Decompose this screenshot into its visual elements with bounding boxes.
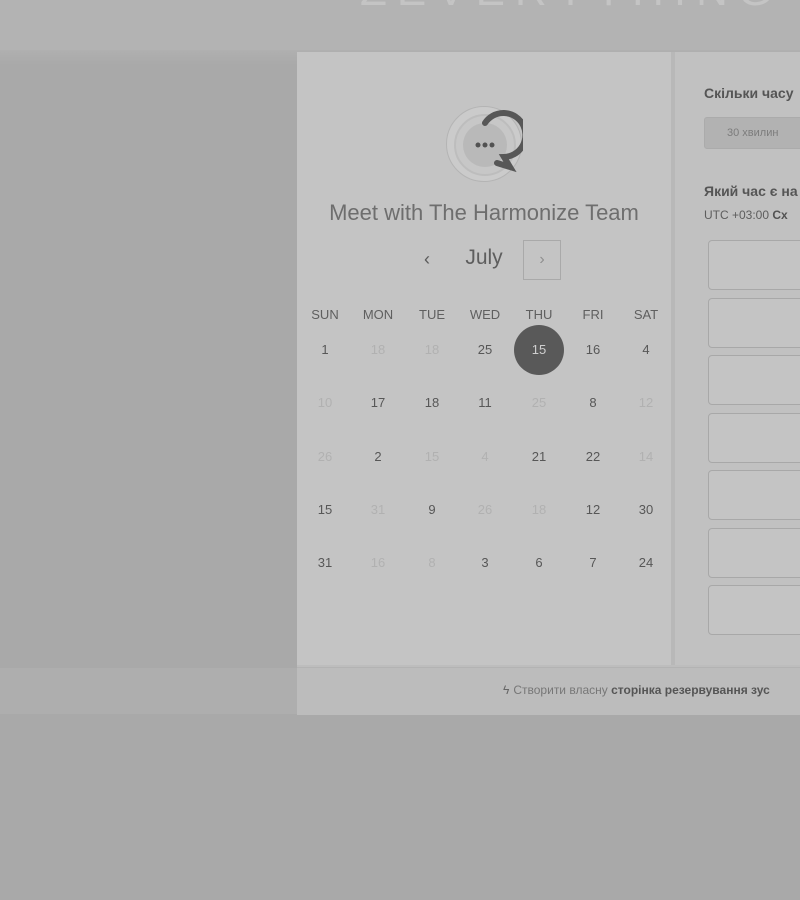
calendar-day[interactable]: 2 [353,432,403,482]
unavailable-day: 18 [370,342,386,357]
unavailable-day: 25 [531,395,547,410]
calendar-day[interactable]: 7 [568,538,618,588]
unavailable-day: 8 [428,555,436,570]
weekday-label: SAT [633,307,659,322]
unavailable-day: 18 [531,502,547,517]
month-navigation: ‹ July › [297,238,671,282]
calendar-day[interactable]: 17 [353,378,403,428]
calendar-day[interactable]: 30 [621,485,671,535]
calendar-day[interactable]: 24 [621,538,671,588]
duration-heading: Скільки часу [704,85,794,101]
weekday-header: SUN MON TUE WED THU FRI SAT [297,307,671,323]
calendar-day[interactable]: 8 [568,378,618,428]
calendar-day[interactable]: 9 [407,485,457,535]
calendar-day[interactable]: 16 [568,325,618,375]
unavailable-day: 12 [638,395,654,410]
weekday-label: TUE [419,307,445,322]
chevron-right-icon[interactable]: › [523,240,561,280]
time-selection-pane: Скільки часу 30 хвилин Який час є на UTC… [675,52,800,665]
header-text-cropped: ZEVERYTHING [360,0,782,16]
unavailable-day: 31 [370,502,386,517]
weekday-label: FRI [582,307,604,322]
chat-dots-icon [446,106,523,182]
calendar-day[interactable]: 4 [621,325,671,375]
time-slot-button[interactable] [708,527,800,578]
chevron-left-icon[interactable]: ‹ [414,244,440,274]
unavailable-day: 18 [424,342,440,357]
unavailable-day: 26 [317,449,333,464]
widget-footer: ϟ Створити власну сторінка резервування з… [297,667,800,715]
unavailable-day: 14 [638,449,654,464]
unavailable-day: 16 [370,555,386,570]
unavailable-day: 10 [317,395,333,410]
calendar-day[interactable]: 18 [407,378,457,428]
time-slot-button[interactable] [708,470,800,520]
booking-widget: Meet with The Harmonize Team ‹ July › SU… [297,52,800,715]
time-slot-button[interactable] [708,297,800,348]
time-slot-button[interactable] [708,355,800,405]
timezone-name: Сх [772,208,788,222]
page-header-bar: ZEVERYTHING [0,0,800,50]
time-slot-button[interactable] [708,412,800,463]
calendar-day[interactable]: 22 [568,432,618,482]
page-overlay: ZEVERYTHING Meet with The Harmonize Team… [0,0,800,900]
weekday-label: SUN [311,307,339,322]
calendar-day[interactable]: 6 [514,538,564,588]
footer-text: Створити власну [513,683,612,697]
footer-cta[interactable]: ϟ Створити власну сторінка резервування з… [503,683,770,697]
footer-link[interactable]: сторінка резервування зус [611,683,770,697]
calendar-day[interactable]: 3 [460,538,510,588]
calendar-day[interactable]: 15 [300,485,350,535]
time-heading: Який час є на [704,183,798,199]
month-label: July [465,246,503,269]
weekday-label: MON [362,307,394,322]
calendar-day[interactable]: 31 [300,538,350,588]
time-slot-button[interactable] [708,240,800,290]
time-slot-button[interactable] [708,585,800,635]
timezone-label[interactable]: UTC +03:00 Сх [704,208,788,222]
selected-day[interactable]: 15 [514,325,564,375]
unavailable-day: 4 [481,449,489,464]
weekday-label: THU [525,307,553,322]
calendar-day[interactable]: 25 [460,325,510,375]
duration-option-button[interactable]: 30 хвилин [704,117,800,149]
calendar-day[interactable]: 12 [568,485,618,535]
calendar-day[interactable]: 21 [514,432,564,482]
meeting-title: Meet with The Harmonize Team [329,200,639,225]
calendar-day[interactable]: 1 [300,325,350,375]
calendar-pane: Meet with The Harmonize Team ‹ July › SU… [297,52,671,665]
timezone-offset: UTC +03:00 [704,208,773,222]
page-band [0,668,300,714]
weekday-label: WED [469,307,501,322]
hubspot-sprocket-icon: ϟ [503,683,510,697]
unavailable-day: 26 [477,502,493,517]
calendar-day[interactable]: 11 [460,378,510,428]
unavailable-day: 15 [424,449,440,464]
